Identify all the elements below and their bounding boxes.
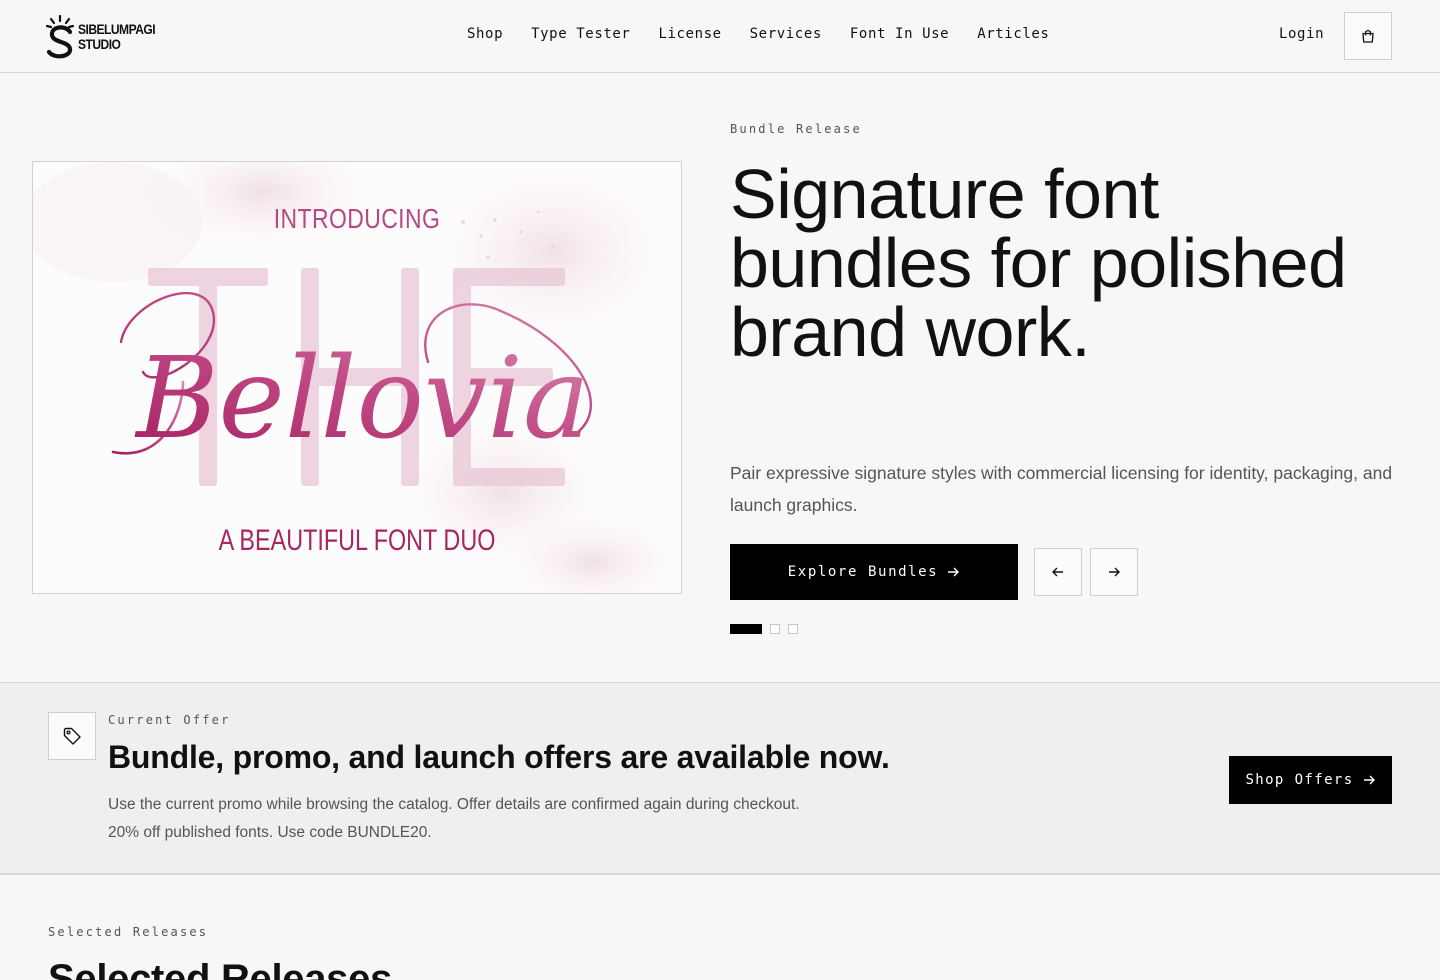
nav-item-license[interactable]: License: [658, 26, 721, 42]
tag-icon: [63, 727, 81, 745]
hero-image: INTRODUCING Bellovia A BEAUTIFUL FONT DU…: [32, 161, 682, 594]
nav-item-services[interactable]: Services: [750, 26, 822, 42]
arrow-right-icon: [948, 567, 960, 577]
slide-dot-1[interactable]: [730, 624, 762, 634]
nav-item-shop[interactable]: Shop: [467, 26, 503, 42]
offer-description: Use the current promo while browsing the…: [108, 791, 800, 847]
login-link[interactable]: Login: [1279, 26, 1324, 42]
nav-item-type-tester[interactable]: Type Tester: [531, 26, 630, 42]
offer-line-1: Use the current promo while browsing the…: [108, 796, 800, 813]
nav-item-font-in-use[interactable]: Font In Use: [850, 26, 949, 42]
logo-mark-icon: [46, 14, 75, 59]
site-header: SIBELUMPAGI STUDIO Shop Type Tester Lice…: [0, 0, 1440, 73]
hero-title: Signature font bundles for polished bran…: [730, 155, 1347, 371]
bellovia-artwork: INTRODUCING Bellovia A BEAUTIFUL FONT DU…: [33, 162, 681, 593]
offer-tag-box: [48, 712, 96, 760]
offer-banner: Current Offer Bundle, promo, and launch …: [0, 682, 1440, 875]
releases-title: Selected Releases: [48, 957, 393, 980]
slide-dot-2[interactable]: [770, 624, 780, 634]
hero-eyebrow: Bundle Release: [730, 122, 862, 136]
shop-offers-button[interactable]: Shop Offers: [1229, 756, 1392, 804]
shopping-bag-icon: [1362, 30, 1374, 43]
cart-button[interactable]: [1344, 12, 1392, 60]
arrow-left-icon: [1052, 567, 1063, 577]
offer-eyebrow: Current Offer: [108, 713, 231, 727]
shop-offers-label: Shop Offers: [1245, 772, 1354, 788]
introducing-text: INTRODUCING: [274, 204, 440, 235]
slide-next-button[interactable]: [1090, 548, 1138, 596]
bellovia-script: Bellovia: [134, 334, 590, 464]
slide-prev-button[interactable]: [1034, 548, 1082, 596]
offer-title: Bundle, promo, and launch offers are ava…: [108, 739, 890, 775]
releases-eyebrow: Selected Releases: [48, 925, 209, 939]
main-nav: Shop Type Tester License Services Font I…: [467, 26, 1049, 42]
explore-bundles-button[interactable]: Explore Bundles: [730, 544, 1018, 600]
arrow-right-icon: [1363, 775, 1375, 785]
arrow-right-icon: [1109, 567, 1120, 577]
brand-logo[interactable]: SIBELUMPAGI STUDIO: [46, 14, 168, 60]
tagline-text: A BEAUTIFUL FONT DUO: [219, 523, 496, 556]
hero-subtitle: Pair expressive signature styles with co…: [730, 463, 1393, 515]
explore-bundles-label: Explore Bundles: [787, 564, 939, 580]
slide-dot-3[interactable]: [788, 624, 798, 634]
brand-wordmark: SIBELUMPAGI STUDIO: [78, 21, 156, 52]
offer-line-2: 20% off published fonts. Use code BUNDLE…: [108, 824, 432, 841]
nav-item-articles[interactable]: Articles: [977, 26, 1049, 42]
